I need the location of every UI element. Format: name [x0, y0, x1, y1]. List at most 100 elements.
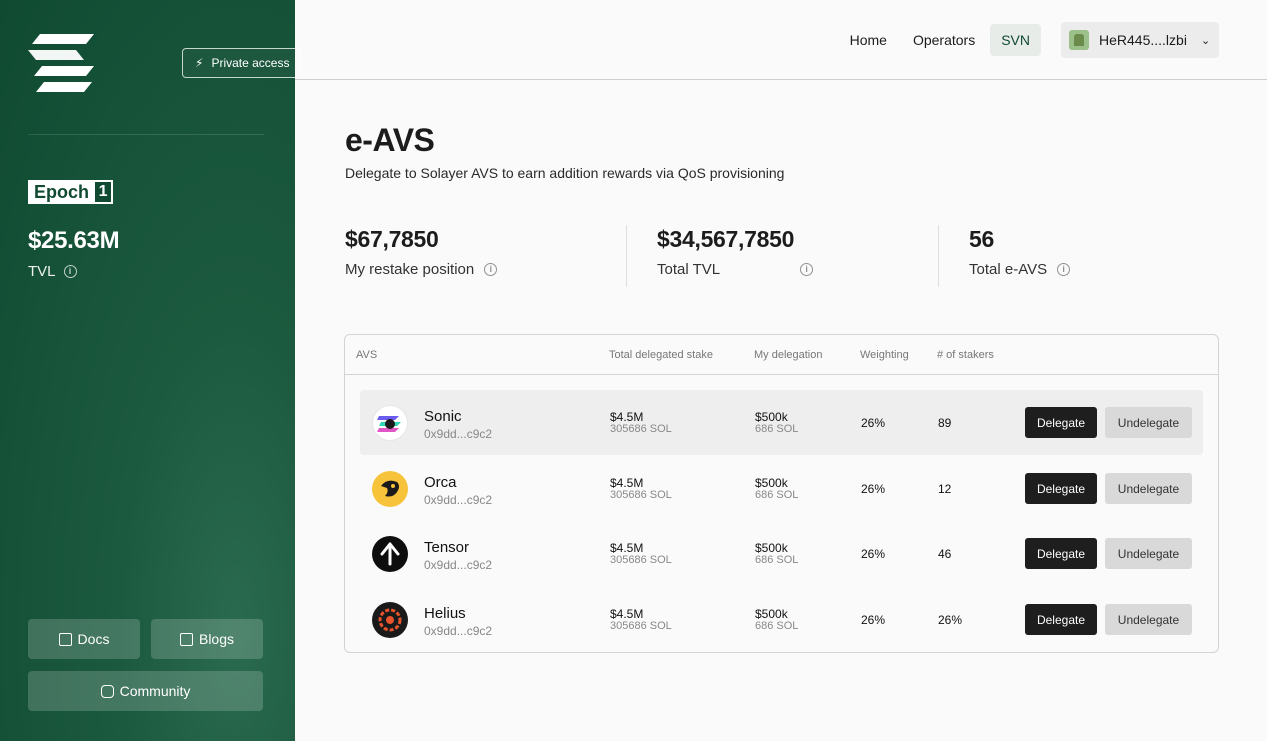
table-row[interactable]: Tensor 0x9dd...c9c2 $4.5M 305686 SOL $50…	[360, 521, 1203, 586]
sidebar: ⚡ Private access Epoch 1 $25.63M TVL i D…	[0, 0, 300, 741]
delegate-button[interactable]: Delegate	[1025, 473, 1097, 504]
weighting-value: 26%	[861, 613, 886, 627]
stat-total-tvl: $34,567,7850 Total TVL i	[657, 226, 814, 286]
total-stake-usd: $4.5M	[610, 541, 644, 555]
stakers-value: 26%	[938, 613, 963, 627]
info-icon[interactable]: i	[63, 265, 77, 278]
avs-name: Tensor	[424, 539, 470, 556]
avs-name: Sonic	[424, 408, 462, 425]
docs-button[interactable]: Docs	[28, 619, 140, 659]
avatar	[1069, 30, 1089, 50]
delegate-button[interactable]: Delegate	[1025, 538, 1097, 569]
stat-label: Total e-AVS	[969, 261, 1048, 278]
stat-value: $34,567,7850	[657, 226, 795, 252]
sidebar-divider	[28, 134, 264, 135]
avs-address: 0x9dd...c9c2	[424, 427, 493, 441]
avs-table: AVS Total delegated stake My delegation …	[344, 334, 1219, 653]
total-stake-sol: 305686 SOL	[610, 554, 672, 566]
community-icon	[100, 684, 114, 698]
info-icon[interactable]: i	[484, 263, 498, 276]
column-header-total-stake: Total delegated stake	[609, 349, 713, 361]
sidebar-tvl-label-row: TVL i	[28, 263, 77, 280]
column-header-weighting: Weighting	[860, 349, 909, 361]
stakers-value: 46	[938, 547, 952, 561]
column-header-avs: AVS	[356, 349, 378, 361]
undelegate-button[interactable]: Undelegate	[1105, 538, 1192, 569]
delegate-button[interactable]: Delegate	[1025, 604, 1097, 635]
stat-label: Total TVL	[657, 261, 721, 278]
epoch-number: 1	[93, 182, 112, 202]
avs-address: 0x9dd...c9c2	[424, 624, 493, 638]
weighting-value: 26%	[861, 482, 886, 496]
column-header-my-delegation: My delegation	[754, 349, 823, 361]
stat-label-row: Total TVL i	[657, 261, 814, 278]
my-delegation-sol: 686 SOL	[755, 489, 799, 501]
stat-restake-position: $67,7850 My restake position i	[345, 226, 498, 286]
top-nav: Home Operators SVN HeR445....lzbi ⌄	[835, 22, 1219, 58]
nav-operators[interactable]: Operators	[902, 24, 986, 56]
total-stake-sol: 305686 SOL	[610, 620, 672, 632]
blogs-label: Blogs	[198, 631, 235, 647]
my-delegation-usd: $500k	[755, 541, 788, 555]
top-bar: Home Operators SVN HeR445....lzbi ⌄	[295, 0, 1267, 80]
private-access-label: Private access	[211, 56, 290, 70]
delegate-button[interactable]: Delegate	[1025, 407, 1097, 438]
info-icon[interactable]: i	[1057, 263, 1071, 276]
docs-label: Docs	[77, 631, 110, 647]
undelegate-button[interactable]: Undelegate	[1105, 473, 1192, 504]
info-icon[interactable]: i	[800, 263, 814, 276]
epoch-badge: Epoch 1	[28, 180, 114, 204]
wallet-address: HeR445....lzbi	[1099, 32, 1187, 48]
weighting-value: 26%	[861, 416, 886, 430]
stakers-value: 89	[938, 416, 952, 430]
total-stake-usd: $4.5M	[610, 607, 644, 621]
stat-value: $67,7850	[345, 226, 439, 252]
community-button[interactable]: Community	[28, 671, 263, 711]
table-row[interactable]: Helius 0x9dd...c9c2 $4.5M 305686 SOL $50…	[360, 587, 1203, 652]
my-delegation-usd: $500k	[755, 410, 788, 424]
stat-divider	[626, 225, 627, 287]
avs-address: 0x9dd...c9c2	[424, 558, 493, 572]
column-header-stakers: # of stakers	[937, 349, 994, 361]
chevron-down-icon: ⌄	[1200, 34, 1211, 47]
my-delegation-sol: 686 SOL	[755, 554, 799, 566]
stat-total-eavs: 56 Total e-AVS i	[969, 226, 1071, 286]
nav-svn[interactable]: SVN	[990, 24, 1041, 56]
my-delegation-sol: 686 SOL	[755, 423, 799, 435]
solayer-logo-icon[interactable]	[28, 34, 100, 92]
wallet-button[interactable]: HeR445....lzbi ⌄	[1061, 22, 1219, 58]
total-stake-usd: $4.5M	[610, 476, 644, 490]
blogs-button[interactable]: Blogs	[151, 619, 263, 659]
table-row[interactable]: Orca 0x9dd...c9c2 $4.5M 305686 SOL $500k…	[360, 456, 1203, 521]
helius-logo-icon	[372, 602, 408, 638]
epoch-label: Epoch	[30, 182, 94, 202]
total-stake-sol: 305686 SOL	[610, 423, 672, 435]
avs-address: 0x9dd...c9c2	[424, 493, 493, 507]
stat-value: 56	[969, 226, 994, 252]
undelegate-button[interactable]: Undelegate	[1105, 407, 1192, 438]
stat-label-row: My restake position i	[345, 261, 498, 278]
sonic-logo-icon	[372, 405, 408, 441]
my-delegation-usd: $500k	[755, 607, 788, 621]
private-access-button[interactable]: ⚡ Private access	[182, 48, 300, 78]
nav-home[interactable]: Home	[839, 24, 898, 56]
docs-icon	[58, 632, 72, 646]
table-header: AVS Total delegated stake My delegation …	[345, 335, 1218, 375]
page-subtitle: Delegate to Solayer AVS to earn addition…	[345, 165, 785, 181]
stat-label: My restake position	[345, 261, 475, 278]
my-delegation-usd: $500k	[755, 476, 788, 490]
blogs-icon	[179, 632, 193, 646]
stat-divider	[938, 225, 939, 287]
undelegate-button[interactable]: Undelegate	[1105, 604, 1192, 635]
orca-logo-icon	[372, 471, 408, 507]
page-title: e-AVS	[345, 122, 435, 158]
avs-name: Orca	[424, 474, 457, 491]
table-row[interactable]: Sonic 0x9dd...c9c2 $4.5M 305686 SOL $500…	[360, 390, 1203, 455]
tensor-logo-icon	[372, 536, 408, 572]
weighting-value: 26%	[861, 547, 886, 561]
total-stake-sol: 305686 SOL	[610, 489, 672, 501]
community-label: Community	[119, 683, 191, 699]
total-stake-usd: $4.5M	[610, 410, 644, 424]
avs-name: Helius	[424, 605, 466, 622]
sidebar-tvl-value: $25.63M	[28, 227, 120, 254]
